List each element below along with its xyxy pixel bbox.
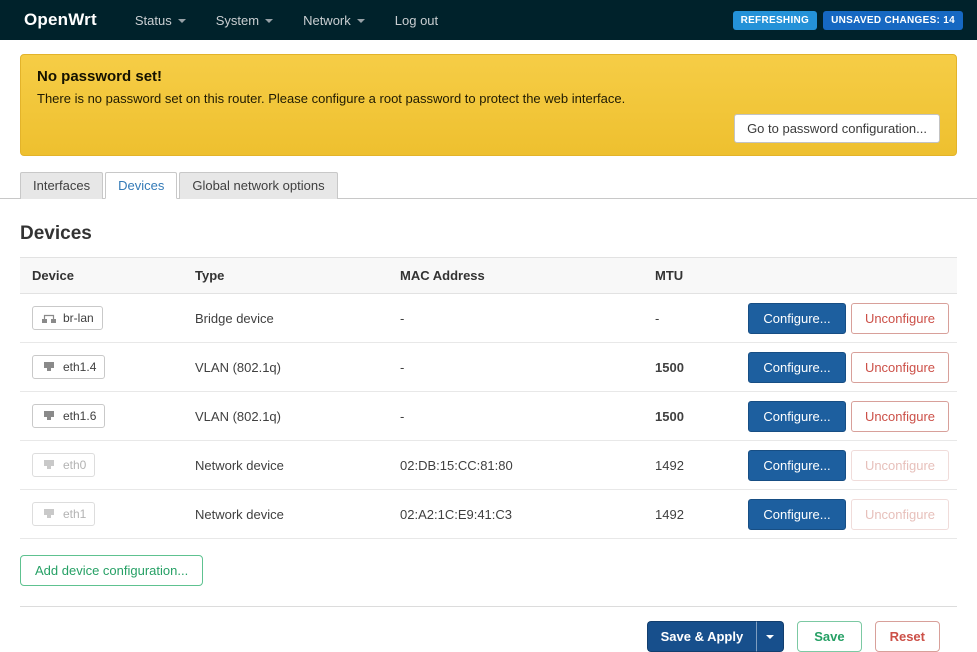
- configure-button[interactable]: Configure...: [748, 450, 846, 481]
- device-badge: br-lan: [32, 306, 103, 330]
- page-title: Devices: [20, 223, 957, 245]
- unconfigure-button[interactable]: Unconfigure: [851, 401, 949, 432]
- menu-network-label: Network: [303, 13, 351, 28]
- ethernet-icon: [41, 459, 57, 471]
- tab-bar: Interfaces Devices Global network option…: [0, 171, 977, 199]
- device-mac: -: [388, 360, 643, 375]
- alert-title: No password set!: [37, 68, 940, 85]
- table-row: br-lan Bridge device - - Configure... Un…: [20, 294, 957, 343]
- device-type: Network device: [183, 458, 388, 473]
- device-name: eth0: [63, 458, 86, 472]
- nav-badges: REFRESHING UNSAVED CHANGES: 14: [733, 11, 963, 30]
- menu-logout-label: Log out: [395, 13, 438, 28]
- chevron-down-icon: [766, 635, 774, 639]
- save-apply-dropdown-toggle[interactable]: [756, 621, 784, 652]
- col-header-mtu: MTU: [643, 258, 735, 293]
- col-header-mac: MAC Address: [388, 258, 643, 293]
- col-header-device: Device: [20, 258, 183, 293]
- menu-logout[interactable]: Log out: [395, 13, 438, 28]
- device-name: eth1.6: [63, 409, 96, 423]
- tab-devices[interactable]: Devices: [105, 172, 177, 199]
- col-header-type: Type: [183, 258, 388, 293]
- chevron-down-icon: [178, 19, 186, 23]
- alert-actions: Go to password configuration...: [37, 114, 940, 143]
- menu-status-label: Status: [135, 13, 172, 28]
- col-header-actions: [735, 266, 957, 286]
- save-apply-split-button: Save & Apply: [647, 621, 785, 652]
- unconfigure-button[interactable]: Unconfigure: [851, 303, 949, 334]
- save-apply-button[interactable]: Save & Apply: [647, 621, 757, 652]
- menu-system[interactable]: System: [216, 13, 273, 28]
- configure-button[interactable]: Configure...: [748, 352, 846, 383]
- ethernet-icon: [41, 508, 57, 520]
- unsaved-changes-badge[interactable]: UNSAVED CHANGES: 14: [823, 11, 963, 30]
- device-type: Bridge device: [183, 311, 388, 326]
- reset-button[interactable]: Reset: [875, 621, 940, 652]
- table-row: eth1 Network device 02:A2:1C:E9:41:C3 14…: [20, 490, 957, 539]
- footer-actions: Save & Apply Save Reset: [20, 606, 957, 652]
- add-device-configuration-button[interactable]: Add device configuration...: [20, 555, 203, 586]
- table-row: eth1.6 VLAN (802.1q) - 1500 Configure...…: [20, 392, 957, 441]
- go-to-password-config-button[interactable]: Go to password configuration...: [734, 114, 940, 143]
- brand: OpenWrt: [24, 10, 97, 30]
- device-mtu: 1492: [643, 507, 735, 522]
- device-type: VLAN (802.1q): [183, 409, 388, 424]
- device-mtu: 1492: [643, 458, 735, 473]
- device-badge: eth0: [32, 453, 95, 477]
- unconfigure-button: Unconfigure: [851, 499, 949, 530]
- configure-button[interactable]: Configure...: [748, 401, 846, 432]
- nav-menus: Status System Network Log out: [135, 13, 438, 28]
- device-mtu: 1500: [643, 360, 735, 375]
- devices-table: Device Type MAC Address MTU br-lan Bridg…: [20, 257, 957, 539]
- device-badge: eth1.6: [32, 404, 105, 428]
- device-badge: eth1: [32, 502, 95, 526]
- device-mtu: 1500: [643, 409, 735, 424]
- configure-button[interactable]: Configure...: [748, 303, 846, 334]
- tab-interfaces[interactable]: Interfaces: [20, 172, 103, 199]
- menu-system-label: System: [216, 13, 259, 28]
- device-name: eth1: [63, 507, 86, 521]
- configure-button[interactable]: Configure...: [748, 499, 846, 530]
- tab-global-network-options[interactable]: Global network options: [179, 172, 337, 199]
- chevron-down-icon: [265, 19, 273, 23]
- table-row: eth1.4 VLAN (802.1q) - 1500 Configure...…: [20, 343, 957, 392]
- device-mac: 02:DB:15:CC:81:80: [388, 458, 643, 473]
- device-name: eth1.4: [63, 360, 96, 374]
- ethernet-icon: [41, 361, 57, 373]
- refreshing-badge[interactable]: REFRESHING: [733, 11, 818, 30]
- device-mac: -: [388, 311, 643, 326]
- alert-message: There is no password set on this router.…: [37, 91, 940, 106]
- bridge-icon: [41, 312, 57, 324]
- table-row: eth0 Network device 02:DB:15:CC:81:80 14…: [20, 441, 957, 490]
- table-header: Device Type MAC Address MTU: [20, 257, 957, 294]
- unconfigure-button: Unconfigure: [851, 450, 949, 481]
- save-button[interactable]: Save: [797, 621, 861, 652]
- navbar: OpenWrt Status System Network Log out RE…: [0, 0, 977, 40]
- chevron-down-icon: [357, 19, 365, 23]
- menu-network[interactable]: Network: [303, 13, 365, 28]
- unconfigure-button[interactable]: Unconfigure: [851, 352, 949, 383]
- device-mac: 02:A2:1C:E9:41:C3: [388, 507, 643, 522]
- device-mac: -: [388, 409, 643, 424]
- menu-status[interactable]: Status: [135, 13, 186, 28]
- ethernet-icon: [41, 410, 57, 422]
- device-badge: eth1.4: [32, 355, 105, 379]
- device-name: br-lan: [63, 311, 94, 325]
- device-type: Network device: [183, 507, 388, 522]
- password-warning-alert: No password set! There is no password se…: [20, 54, 957, 156]
- device-mtu: -: [643, 311, 735, 326]
- device-type: VLAN (802.1q): [183, 360, 388, 375]
